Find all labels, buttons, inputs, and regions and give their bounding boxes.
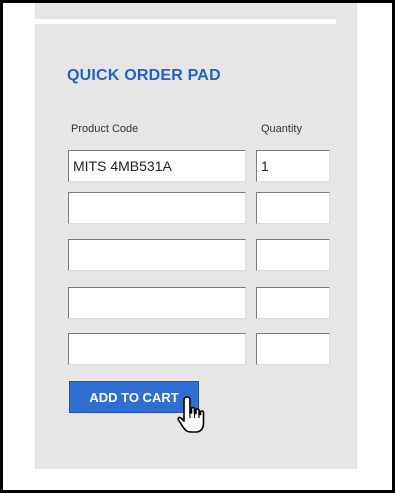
hand-pointer-icon (177, 396, 205, 433)
quantity-input[interactable] (256, 239, 330, 271)
quantity-input[interactable] (256, 192, 330, 224)
product-code-input[interactable] (68, 333, 246, 365)
quantity-input[interactable] (256, 150, 330, 182)
product-code-input[interactable] (68, 287, 246, 319)
window-frame: QUICK ORDER PAD Product Code Quantity AD… (0, 0, 395, 493)
product-code-input[interactable] (68, 192, 246, 224)
quantity-input[interactable] (256, 287, 330, 319)
product-code-header: Product Code (71, 123, 139, 135)
panel-divider (35, 19, 336, 24)
quantity-input[interactable] (256, 333, 330, 365)
quantity-header: Quantity (261, 123, 302, 135)
panel-title: QUICK ORDER PAD (67, 67, 221, 84)
product-code-input[interactable] (68, 150, 246, 182)
product-code-input[interactable] (68, 239, 246, 271)
